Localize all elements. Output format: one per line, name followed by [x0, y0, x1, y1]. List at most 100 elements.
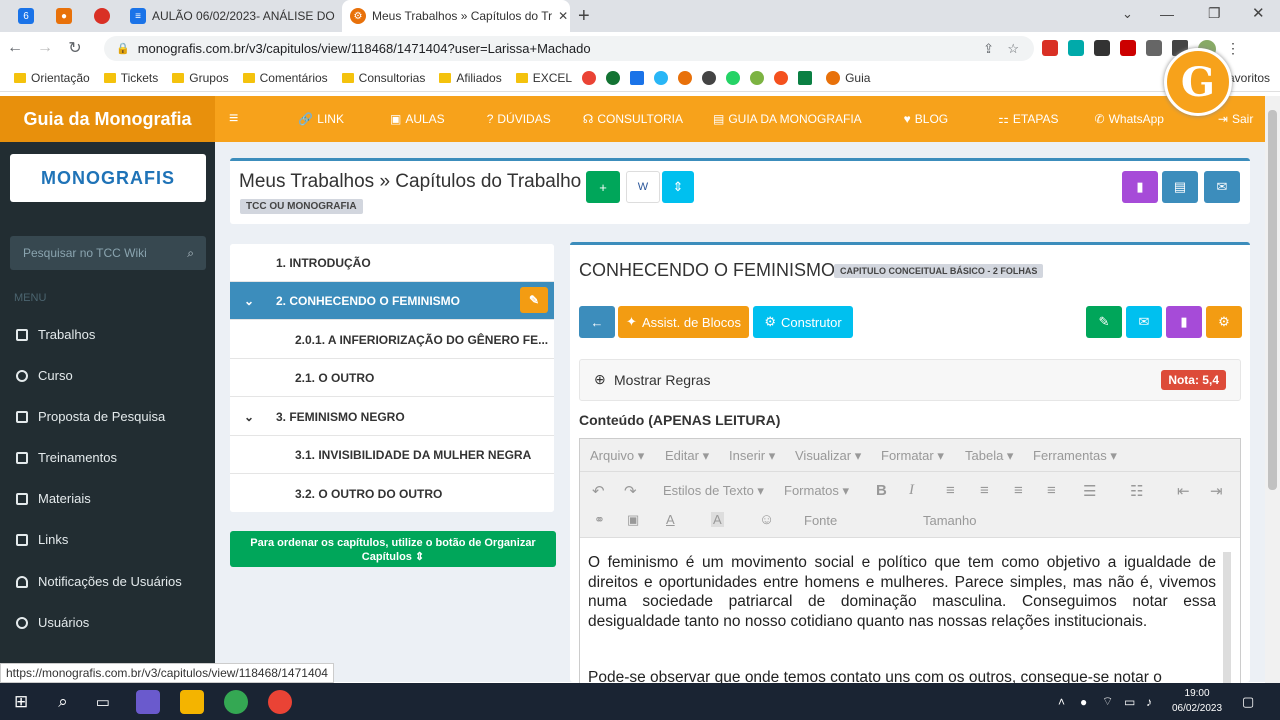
bookmark-icon[interactable] — [654, 70, 669, 85]
sidebar-item-trabalhos[interactable]: Trabalhos — [16, 327, 95, 342]
file-explorer-icon[interactable] — [179, 689, 204, 714]
sidebar-item-proposta[interactable]: Proposta de Pesquisa — [16, 409, 165, 424]
nav-link[interactable]: 🔗 LINK — [298, 112, 344, 126]
align-center-icon[interactable]: ≡ — [980, 482, 989, 499]
search-input[interactable]: Pesquisar no TCC Wiki ⌕ — [10, 236, 206, 270]
microphone-icon[interactable]: ● — [1080, 695, 1087, 709]
maximize-button[interactable]: ❐ — [1208, 5, 1221, 22]
youtube-extension-icon[interactable] — [1042, 40, 1058, 56]
nav-consultoria[interactable]: ☊ CONSULTORIA — [583, 112, 683, 126]
align-left-icon[interactable]: ≡ — [946, 482, 955, 499]
window-close-button[interactable]: ✕ — [1252, 4, 1265, 22]
clock[interactable]: 19:00 06/02/2023 — [1172, 686, 1222, 716]
document-button[interactable]: ▮ — [1166, 306, 1202, 338]
chrome-icon[interactable] — [223, 689, 248, 714]
nav-aulas[interactable]: ▣ AULAS — [390, 112, 445, 126]
bookmark-icon[interactable] — [774, 70, 789, 85]
align-justify-icon[interactable]: ≡ — [1047, 482, 1056, 499]
edit-button[interactable]: ✎ — [1086, 306, 1122, 338]
sheets-icon[interactable] — [798, 70, 813, 85]
editor-body[interactable]: O feminismo é um movimento social e polí… — [580, 537, 1240, 684]
chapter-item[interactable]: ⌄ 3. FEMINISMO NEGRO — [230, 398, 554, 436]
emoji-icon[interactable]: ☺ — [759, 511, 774, 528]
page-scrollbar[interactable] — [1265, 96, 1280, 683]
bookmark-folder[interactable]: Afiliados — [439, 71, 502, 85]
chapter-item[interactable]: 3.2. O OUTRO DO OUTRO — [230, 475, 554, 512]
sidebar-item-links[interactable]: Links — [16, 532, 68, 547]
tab-pinned-3[interactable] — [86, 0, 116, 32]
nav-guia[interactable]: ▤ GUIA DA MONOGRAFIA — [713, 112, 862, 126]
chrome-icon[interactable] — [267, 689, 292, 714]
monografis-logo[interactable]: MONOGRAFIS — [10, 154, 206, 202]
app-icon[interactable] — [135, 689, 160, 714]
bookmark-folder[interactable]: EXCEL — [515, 71, 572, 85]
formats-select[interactable]: Formatos ▾ — [784, 483, 849, 499]
menu-visualizar[interactable]: Visualizar ▾ — [795, 448, 861, 464]
gmail-icon[interactable] — [582, 70, 597, 85]
outdent-icon[interactable]: ⇤ — [1177, 482, 1190, 500]
menu-arquivo[interactable]: Arquivo ▾ — [590, 448, 644, 464]
word-export-button[interactable]: W — [626, 171, 660, 203]
chapter-item[interactable]: 2.0.1. A INFERIORIZAÇÃO DO GÊNERO FE... — [230, 321, 554, 359]
tab-aulao[interactable]: ≡AULÃO 06/02/2023- ANÁLISE DO✕ — [122, 0, 340, 32]
builder-button[interactable]: ⚙ Construtor — [753, 306, 853, 338]
wifi-icon[interactable]: ⌔ — [1102, 694, 1113, 709]
globe-icon[interactable] — [702, 70, 717, 85]
whatsapp-icon[interactable] — [726, 70, 741, 85]
chapter-item-active[interactable]: ⌄ 2. CONHECENDO O FEMINISMO ✎ — [230, 282, 554, 320]
chevron-down-icon[interactable]: ⌄ — [1122, 6, 1133, 22]
bookmark-folder[interactable]: Tickets — [103, 71, 158, 85]
kebab-menu-icon[interactable]: ⋮ — [1226, 40, 1240, 58]
bookmark-guia[interactable]: Guia — [826, 70, 870, 85]
calendar-icon[interactable] — [630, 70, 645, 85]
ut-extension-icon[interactable] — [1094, 40, 1110, 56]
bookmark-folder[interactable]: Orientação — [14, 71, 90, 85]
volume-icon[interactable]: ♪ — [1146, 695, 1152, 709]
sidebar-item-materiais[interactable]: Materiais — [16, 491, 91, 506]
menu-editar[interactable]: Editar ▾ — [665, 448, 709, 464]
bookmark-folder[interactable]: Consultorias — [341, 71, 425, 85]
notion-extension-icon[interactable] — [1068, 40, 1084, 56]
search-icon[interactable]: ⌕ — [187, 246, 194, 261]
url-field[interactable]: 🔒 monografis.com.br/v3/capitulos/view/11… — [104, 36, 1034, 61]
image-icon[interactable]: ▣ — [627, 512, 639, 528]
search-icon[interactable]: ⌕ — [58, 692, 68, 712]
back-icon[interactable]: ← — [0, 39, 30, 57]
sidebar-item-curso[interactable]: Curso — [16, 368, 73, 383]
link-icon[interactable]: ⚭ — [594, 512, 605, 528]
battery-icon[interactable]: ▭ — [1124, 695, 1135, 709]
chevron-up-icon[interactable]: ˄ — [1058, 695, 1065, 709]
indent-icon[interactable]: ⇥ — [1210, 482, 1223, 500]
close-icon[interactable]: ✕ — [558, 9, 568, 23]
scrollbar-thumb[interactable] — [1268, 110, 1277, 490]
nav-logout[interactable]: ⇥ Sair — [1218, 112, 1253, 126]
notification-icon[interactable]: ▢ — [1242, 694, 1254, 710]
bold-icon[interactable]: B — [876, 482, 887, 499]
nav-whatsapp[interactable]: ✆ WhatsApp — [1095, 112, 1164, 126]
brand-title[interactable]: Guia da Monografia — [0, 96, 215, 142]
chevron-down-icon[interactable]: ⌄ — [244, 410, 276, 424]
menu-ferramentas[interactable]: Ferramentas ▾ — [1033, 448, 1117, 464]
nav-duvidas[interactable]: ? DÚVIDAS — [487, 112, 551, 126]
document-button[interactable]: ▮ — [1122, 171, 1158, 203]
assist-blocks-button[interactable]: ✦ Assist. de Blocos — [618, 306, 749, 338]
sidebar-item-notificacoes[interactable]: Notificações de Usuários — [16, 574, 182, 589]
menu-inserir[interactable]: Inserir ▾ — [729, 448, 775, 464]
editor-scrollbar[interactable] — [1223, 552, 1231, 684]
font-select[interactable]: Fonte — [804, 513, 837, 528]
italic-icon[interactable]: I — [909, 482, 914, 499]
rules-toggle[interactable]: ⊕ Mostrar Regras Nota: 5,4 — [579, 359, 1241, 401]
text-color-icon[interactable]: A — [666, 512, 675, 527]
puzzle-icon[interactable] — [1146, 40, 1162, 56]
highlight-color-icon[interactable]: A — [711, 512, 724, 527]
task-view-icon[interactable]: ▭ — [96, 693, 110, 711]
forward-icon[interactable]: → — [30, 39, 60, 57]
bullet-list-icon[interactable]: ☰ — [1083, 482, 1096, 500]
comments-button[interactable]: ✉ — [1126, 306, 1162, 338]
menu-formatar[interactable]: Formatar ▾ — [881, 448, 944, 464]
bookmark-folder[interactable]: Comentários — [242, 71, 328, 85]
back-button[interactable]: ← — [579, 306, 615, 338]
pencil-icon[interactable]: ✎ — [520, 287, 548, 313]
sidebar-item-usuarios[interactable]: Usuários — [16, 615, 89, 630]
star-icon[interactable]: ☆ — [1007, 41, 1019, 57]
